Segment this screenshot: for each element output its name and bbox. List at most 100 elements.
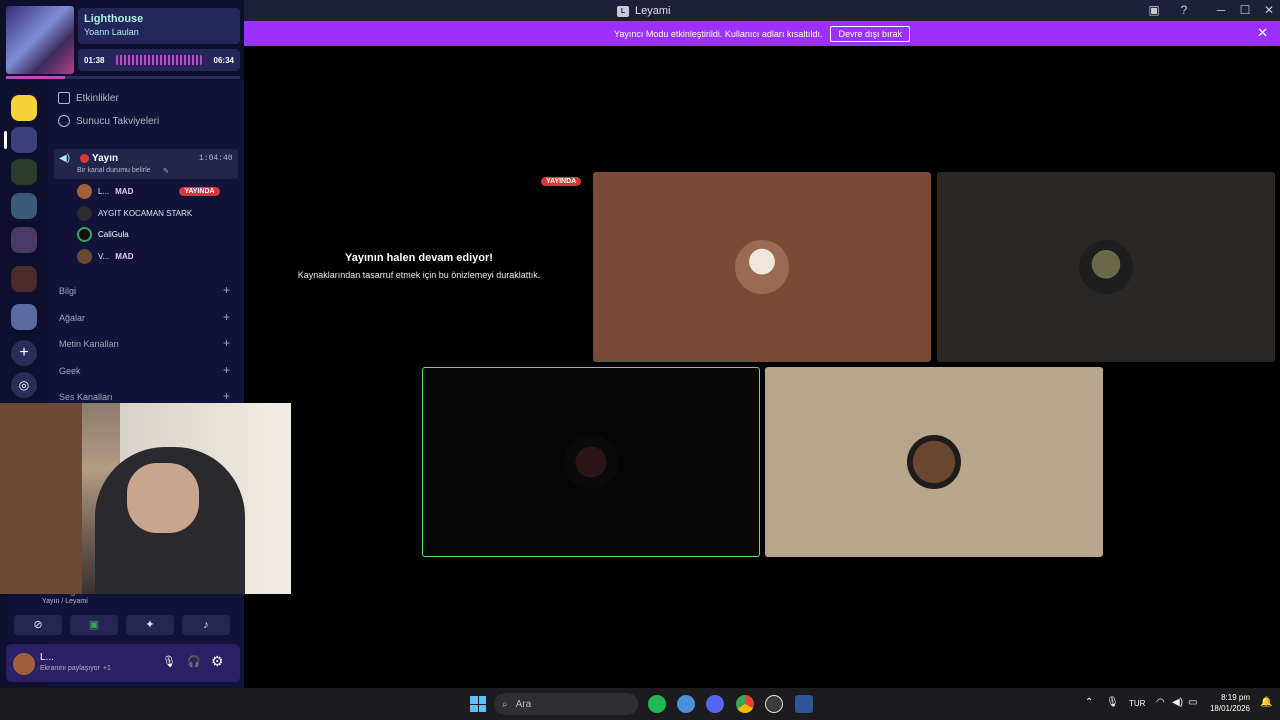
category-bilgi[interactable]: Bilgi: [59, 286, 76, 296]
discover-icon[interactable]: ◎: [11, 372, 37, 398]
participant-tile[interactable]: [765, 367, 1103, 557]
maximize-button[interactable]: ☐: [1236, 2, 1254, 19]
webcam-background-door: [0, 403, 82, 594]
server-folder-icon[interactable]: [11, 266, 37, 292]
camera-off-button[interactable]: ⊘: [14, 615, 62, 635]
soundboard-button[interactable]: ♪: [182, 615, 230, 635]
voice-channel-name: Yayın: [92, 153, 119, 164]
participant-tile[interactable]: [937, 172, 1275, 362]
participant-avatar: [735, 240, 789, 294]
search-placeholder: Ara: [515, 698, 532, 710]
voice-member[interactable]: CaliGula: [77, 227, 129, 242]
server-icon[interactable]: [11, 227, 37, 253]
user-avatar[interactable]: [13, 653, 35, 675]
channel-status[interactable]: Bir kanal durumu belirle: [77, 167, 151, 174]
add-channel-icon[interactable]: +: [223, 389, 230, 403]
add-channel-icon[interactable]: +: [223, 336, 230, 350]
notification-icon[interactable]: 🔔: [1260, 697, 1272, 708]
app-icon[interactable]: [677, 695, 695, 713]
screen-share-button[interactable]: ▣: [70, 615, 118, 635]
add-server-icon[interactable]: +: [11, 340, 37, 366]
sidebar-item-label: Sunucu Takviyeleri: [76, 115, 160, 127]
voice-channel-path[interactable]: Yayın / Leyami: [42, 598, 88, 605]
server-folder-icon[interactable]: [11, 193, 37, 219]
avatar: [77, 249, 92, 264]
windows-start-icon[interactable]: [470, 696, 486, 712]
settings-gear-icon[interactable]: ⚙: [211, 653, 224, 670]
category-agalar[interactable]: Ağalar: [59, 313, 85, 323]
clock-time: 8:19 pm: [1221, 693, 1250, 702]
category-geek[interactable]: Geek: [59, 366, 81, 376]
speaker-icon: ◀): [59, 153, 71, 164]
streamer-mode-banner: Yayıncı Modu etkinleştirildi. Kullanıcı …: [244, 21, 1280, 46]
voice-member[interactable]: V... MAD: [77, 249, 134, 264]
paused-subtitle: Kaynaklarından tasarruf etmek için bu ön…: [297, 270, 541, 280]
activities-button[interactable]: ✦: [126, 615, 174, 635]
server-icon[interactable]: [11, 159, 37, 185]
server-icon-leyami[interactable]: [11, 127, 37, 153]
live-dot-icon: [80, 154, 89, 163]
minimize-button[interactable]: ─: [1212, 2, 1230, 19]
chrome-icon[interactable]: [736, 695, 754, 713]
participant-avatar: [564, 435, 618, 489]
member-name: V...: [98, 252, 110, 261]
participant-tile-speaking[interactable]: [422, 367, 760, 557]
banner-close-icon[interactable]: ✕: [1257, 25, 1268, 41]
participant-tile[interactable]: [593, 172, 931, 362]
add-channel-icon[interactable]: +: [223, 310, 230, 324]
music-info[interactable]: Lighthouse Yoann Laulan: [78, 8, 240, 44]
tray-overflow-icon[interactable]: ⌃: [1085, 697, 1093, 708]
paused-title: Yayının halen devam ediyor!: [345, 252, 493, 264]
spotify-icon[interactable]: [648, 695, 666, 713]
language-indicator[interactable]: TUR: [1129, 699, 1145, 708]
tray-mic-icon[interactable]: 🎙: [1106, 697, 1119, 708]
music-timeline[interactable]: 01:38 06:34: [78, 49, 240, 71]
album-art[interactable]: [6, 6, 74, 74]
user-status-text: Ekranını paylaşıyor: [40, 665, 100, 672]
disable-streamer-mode-button[interactable]: Devre dışı bırak: [830, 25, 910, 42]
avatar: [77, 227, 92, 242]
headphones-icon[interactable]: 🎧: [187, 655, 201, 668]
app-icon[interactable]: [765, 695, 783, 713]
sidebar-item-boosts[interactable]: Sunucu Takviyeleri: [58, 115, 159, 127]
live-badge: YAYINDA: [179, 187, 220, 196]
live-badge: YAYINDA: [541, 177, 582, 186]
microphone-icon[interactable]: 🎙: [162, 655, 176, 668]
webcam-overlay[interactable]: [0, 403, 291, 594]
member-tag: MAD: [115, 187, 134, 196]
volume-icon[interactable]: ◀): [1172, 697, 1183, 708]
webcam-face: [127, 463, 199, 533]
add-channel-icon[interactable]: +: [223, 363, 230, 377]
elapsed-time: 01:38: [84, 55, 105, 65]
song-artist: Yoann Laulan: [84, 27, 139, 37]
category-ses-kanallari[interactable]: Ses Kanalları: [59, 392, 113, 402]
server-icon[interactable]: [11, 95, 37, 121]
close-window-button[interactable]: ✕: [1260, 2, 1278, 19]
edit-icon[interactable]: ✎: [163, 167, 169, 175]
word-icon[interactable]: [795, 695, 813, 713]
battery-icon[interactable]: ▭: [1188, 697, 1197, 708]
voice-member[interactable]: AYGIT KOCAMAN STARK: [77, 206, 192, 221]
music-progress-fill: [6, 76, 65, 79]
music-progress-bar[interactable]: [6, 76, 240, 79]
taskbar-search[interactable]: ⌕ Ara: [494, 693, 638, 715]
inbox-icon[interactable]: ▣: [1145, 2, 1163, 19]
banner-message: Yayıncı Modu etkinleştirildi. Kullanıcı …: [614, 28, 823, 39]
voice-member[interactable]: L... MAD YAYINDA: [77, 184, 220, 199]
sidebar-item-events[interactable]: Etkinlikler: [58, 92, 119, 104]
server-folder-icon[interactable]: [11, 304, 37, 330]
clock-date: 18/01/2026: [1209, 704, 1250, 713]
discord-icon[interactable]: [706, 695, 724, 713]
help-icon[interactable]: ?: [1175, 2, 1193, 19]
boost-icon: [58, 115, 70, 127]
avatar: [77, 206, 92, 221]
clock[interactable]: 8:19 pm 18/01/2026: [1210, 692, 1250, 714]
category-metin-kanallari[interactable]: Metin Kanalları: [59, 339, 119, 349]
voice-channel-timer: 1:04:40: [199, 154, 233, 163]
add-channel-icon[interactable]: +: [223, 283, 230, 297]
member-tag: MAD: [115, 252, 134, 261]
app-logo-icon: L: [617, 5, 629, 17]
member-name: AYGIT KOCAMAN STARK: [98, 209, 193, 218]
wifi-icon[interactable]: ◠: [1156, 697, 1165, 708]
user-panel: [6, 644, 240, 682]
